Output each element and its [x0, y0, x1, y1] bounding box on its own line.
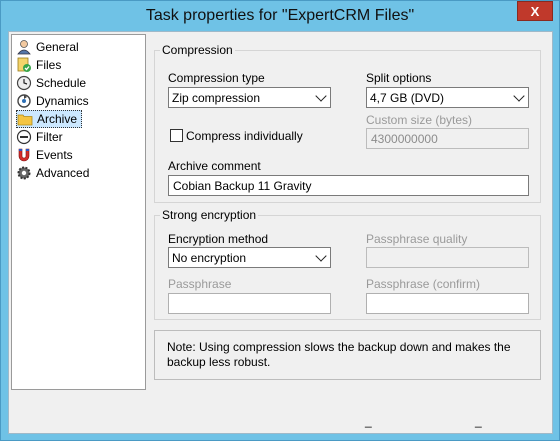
user-icon	[16, 39, 32, 55]
category-list: General Files Schedule Dynamics Archive …	[11, 34, 146, 390]
compress-individually-checkbox[interactable]	[170, 129, 183, 142]
chevron-down-icon	[315, 90, 327, 102]
dialog-body: General Files Schedule Dynamics Archive …	[8, 31, 553, 434]
close-button[interactable]: X	[517, 1, 553, 21]
split-options-label: Split options	[366, 71, 432, 85]
sidebar-item-files[interactable]: Files	[16, 56, 65, 74]
sidebar-item-label: Schedule	[36, 76, 87, 90]
custom-size-label: Custom size (bytes)	[366, 113, 473, 127]
cancel-button[interactable]: _	[475, 414, 482, 428]
chevron-down-icon	[315, 250, 327, 262]
sidebar-item-label: Dynamics	[36, 94, 89, 108]
split-options-select[interactable]: 4,7 GB (DVD)	[366, 87, 529, 108]
files-icon	[16, 57, 32, 73]
sidebar-item-schedule[interactable]: Schedule	[16, 74, 90, 92]
sidebar-item-label: Advanced	[36, 166, 90, 180]
passphrase-field[interactable]	[168, 293, 331, 314]
archive-comment-value: Cobian Backup 11 Gravity	[173, 178, 312, 193]
compression-type-label: Compression type	[168, 71, 265, 85]
passphrase-quality-label: Passphrase quality	[366, 232, 468, 246]
sidebar-item-dynamics[interactable]: Dynamics	[16, 92, 93, 110]
compression-type-select[interactable]: Zip compression	[168, 87, 331, 108]
custom-size-value: 4300000000	[371, 131, 438, 146]
passphrase-confirm-field[interactable]	[366, 293, 529, 314]
encryption-method-value: No encryption	[172, 250, 247, 265]
compression-group: Compression Compression type Zip compres…	[154, 43, 541, 203]
sidebar-item-label: Files	[36, 58, 62, 72]
sidebar-item-filter[interactable]: Filter	[16, 128, 67, 146]
task-properties-window: Task properties for "ExpertCRM Files" X …	[0, 0, 560, 441]
close-icon: X	[530, 3, 540, 19]
compression-note: Note: Using compression slows the backup…	[154, 330, 541, 380]
sidebar-item-label: General	[36, 40, 79, 54]
dialog-footer: _ _	[9, 392, 552, 433]
compression-type-value: Zip compression	[172, 90, 261, 105]
passphrase-quality-bar	[366, 247, 529, 268]
sidebar-item-label: Filter	[36, 130, 63, 144]
sidebar-item-archive[interactable]: Archive	[16, 110, 83, 128]
ok-button[interactable]: _	[365, 414, 372, 428]
sidebar-item-label: Archive	[37, 112, 78, 126]
archive-panel: Compression Compression type Zip compres…	[154, 34, 549, 390]
dynamics-icon	[16, 93, 32, 109]
note-text: Note: Using compression slows the backup…	[167, 340, 511, 369]
custom-size-field[interactable]: 4300000000	[366, 128, 529, 149]
sidebar-item-advanced[interactable]: Advanced	[16, 164, 93, 182]
window-title: Task properties for "ExpertCRM Files"	[145, 7, 415, 24]
sidebar-item-general[interactable]: General	[16, 38, 83, 56]
clock-icon	[16, 75, 32, 91]
gear-icon	[16, 165, 32, 181]
archive-comment-label: Archive comment	[168, 159, 261, 173]
title-bar: Task properties for "ExpertCRM Files" X	[1, 1, 559, 31]
sidebar-item-label: Events	[36, 148, 73, 162]
folder-icon	[17, 111, 33, 127]
sidebar-item-events[interactable]: Events	[16, 146, 77, 164]
compression-legend: Compression	[160, 43, 235, 57]
chevron-down-icon	[513, 90, 525, 102]
compress-individually-label: Compress individually	[186, 129, 303, 143]
split-options-value: 4,7 GB (DVD)	[370, 90, 445, 105]
encryption-method-select[interactable]: No encryption	[168, 247, 331, 268]
encryption-group: Strong encryption Encryption method No e…	[154, 208, 541, 320]
passphrase-confirm-label: Passphrase (confirm)	[366, 277, 481, 291]
filter-icon	[16, 129, 32, 145]
magnet-icon	[16, 147, 32, 163]
encryption-legend: Strong encryption	[160, 208, 259, 222]
encryption-method-label: Encryption method	[168, 232, 269, 246]
passphrase-label: Passphrase	[168, 277, 232, 291]
archive-comment-field[interactable]: Cobian Backup 11 Gravity	[168, 175, 529, 196]
